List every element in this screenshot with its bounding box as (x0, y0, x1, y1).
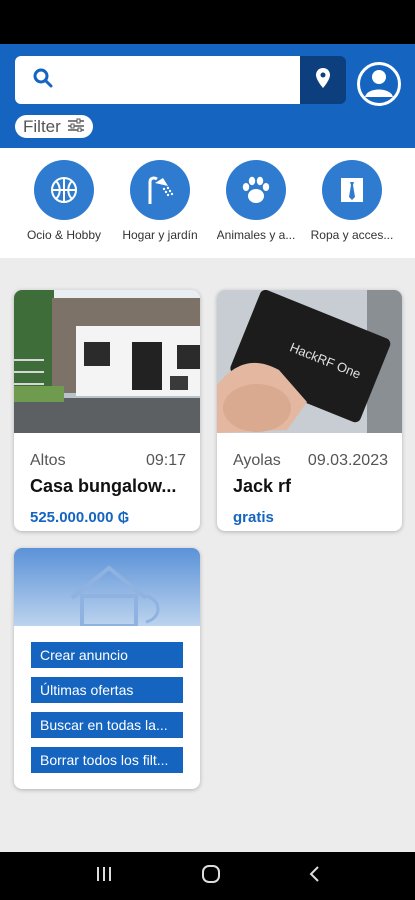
back-icon[interactable] (308, 865, 322, 888)
status-bar (0, 0, 415, 44)
search-box[interactable] (15, 56, 300, 104)
category-hogar-jardin[interactable]: Hogar y jardín (110, 160, 210, 242)
listing-price: 525.000.000 ₲ (30, 509, 130, 526)
listing-location: Altos (30, 452, 66, 469)
home-icon[interactable] (201, 864, 221, 889)
category-bar: Ocio & Hobby Hogar y jardín Animales y a… (0, 148, 415, 258)
recent-apps-icon[interactable] (94, 865, 114, 888)
category-ropa[interactable]: Ropa y acces... (302, 160, 402, 242)
listing-title: Jack rf (233, 476, 292, 496)
listing-time: 09:17 (145, 452, 186, 469)
listing-time: 09.03.2023 (307, 452, 388, 469)
paw-icon (226, 160, 286, 220)
system-nav-bar (0, 852, 415, 900)
category-label: Animales y a... (216, 228, 296, 242)
user-avatar-icon (360, 65, 398, 103)
listing-card[interactable]: Altos 09:17 Casa bungalow... 525.000.000… (14, 290, 200, 531)
category-label: Hogar y jardín (122, 228, 198, 242)
house-banner (14, 548, 200, 626)
search-input[interactable] (63, 56, 300, 104)
actions-card: Crear anuncio Últimas ofertas Buscar en … (14, 548, 200, 789)
sliders-icon (67, 117, 85, 137)
listing-card[interactable]: HackRF One Ayolas 09.03.2023 Jack rf gra… (217, 290, 402, 531)
listing-image: HackRF One (217, 290, 402, 433)
listing-location: Ayolas (233, 452, 281, 469)
create-listing-button[interactable]: Crear anuncio (31, 642, 183, 668)
latest-offers-button[interactable]: Últimas ofertas (31, 677, 183, 703)
filter-button[interactable]: Filter (15, 115, 93, 138)
category-label: Ocio & Hobby (26, 228, 102, 242)
filter-label: Filter (23, 116, 61, 136)
listing-meta: Altos 09:17 (30, 452, 186, 470)
location-pin-icon (316, 67, 330, 93)
search-all-button[interactable]: Buscar en todas la... (31, 712, 183, 738)
shower-icon (130, 160, 190, 220)
category-animales[interactable]: Animales y a... (206, 160, 306, 242)
basketball-icon (34, 160, 94, 220)
category-ocio-hobby[interactable]: Ocio & Hobby (14, 160, 114, 242)
category-label: Ropa y acces... (310, 228, 394, 242)
clear-filters-button[interactable]: Borrar todos los filt... (31, 747, 183, 773)
profile-button[interactable] (357, 62, 401, 106)
listing-title: Casa bungalow... (30, 476, 177, 496)
listing-meta: Ayolas 09.03.2023 (233, 452, 388, 470)
listing-image (14, 290, 200, 433)
app-header: Filter (0, 44, 415, 148)
tie-icon (322, 160, 382, 220)
location-button[interactable] (300, 56, 346, 104)
search-icon (33, 68, 53, 93)
listing-price: gratis (233, 509, 274, 526)
